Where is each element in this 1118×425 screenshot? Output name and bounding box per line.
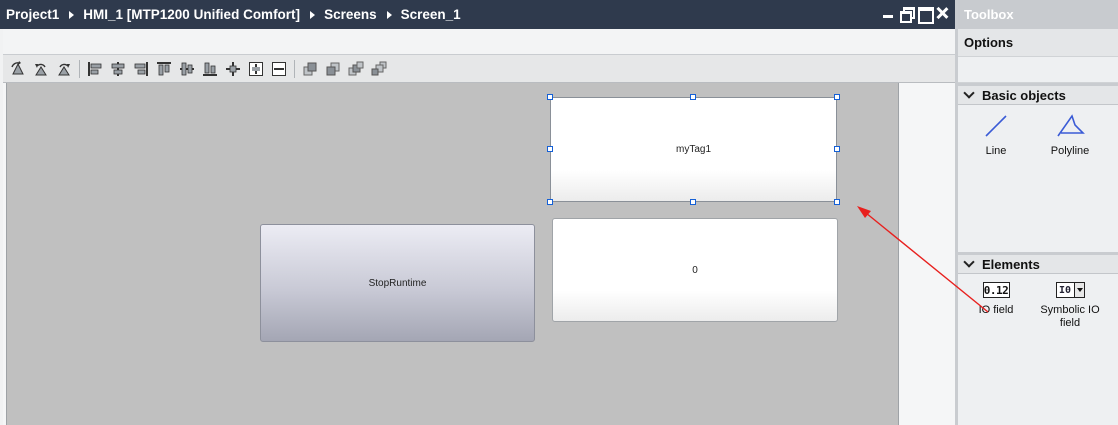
bring-to-front-icon[interactable] <box>300 59 320 79</box>
tool-symbolic-io-field-label: Symbolic IO field <box>1040 304 1100 329</box>
align-right-icon[interactable] <box>131 59 151 79</box>
align-top-icon[interactable] <box>154 59 174 79</box>
rotate-ccw-icon[interactable] <box>31 59 51 79</box>
tool-symbolic-io-field[interactable]: I0 Symbolic IO field <box>1034 282 1106 330</box>
same-width-icon[interactable] <box>246 59 266 79</box>
section-elements-label: Elements <box>982 256 1040 272</box>
editor-toolbar <box>3 55 955 83</box>
maximize-icon[interactable] <box>917 6 934 24</box>
basic-objects-body: Line Polyline <box>958 105 1118 252</box>
io-field-value[interactable]: 0 <box>552 218 838 322</box>
tool-polyline[interactable]: Polyline <box>1046 113 1094 158</box>
line-icon <box>985 115 1007 137</box>
section-elements[interactable]: Elements <box>958 252 1118 274</box>
breadcrumb-screen[interactable]: Screen_1 <box>401 7 461 22</box>
tool-line[interactable]: Line <box>978 113 1014 158</box>
float-icon[interactable] <box>899 6 915 23</box>
resize-handle-top-left[interactable] <box>547 94 553 100</box>
io-field-text: myTag1 <box>675 144 711 155</box>
center-icon[interactable] <box>223 59 243 79</box>
breadcrumb-device[interactable]: HMI_1 [MTP1200 Unified Comfort] <box>83 7 300 22</box>
rotate-left-icon[interactable] <box>8 59 28 79</box>
align-bottom-icon[interactable] <box>200 59 220 79</box>
same-height-icon[interactable] <box>269 59 289 79</box>
io-field-icon: 0.12 <box>982 282 1010 298</box>
chevron-down-icon[interactable] <box>962 257 976 271</box>
resize-handle-bottom-right[interactable] <box>834 199 840 205</box>
resize-handle-bottom-left[interactable] <box>547 199 553 205</box>
breadcrumb-separator-icon <box>69 10 75 19</box>
resize-handle-middle-left[interactable] <box>547 146 553 152</box>
window-controls <box>881 6 949 24</box>
dropdown-arrow-icon <box>1073 283 1084 297</box>
tool-line-label: Line <box>985 145 1007 157</box>
resize-handle-bottom-center[interactable] <box>690 199 696 205</box>
tool-polyline-label: Polyline <box>1050 145 1090 157</box>
breadcrumb-separator-icon <box>386 10 392 19</box>
breadcrumb-separator-icon <box>310 10 316 19</box>
close-icon[interactable] <box>935 6 949 20</box>
stop-runtime-label: StopRuntime <box>368 277 427 289</box>
toolbar-separator <box>294 59 295 78</box>
send-to-back-icon[interactable] <box>323 59 343 79</box>
symbolic-io-field-icon: I0 <box>1055 282 1085 298</box>
resize-handle-middle-right[interactable] <box>834 146 840 152</box>
chevron-down-icon[interactable] <box>962 88 976 102</box>
io-field-mytag1[interactable]: myTag1 <box>550 97 837 202</box>
io-field-value-text: 0 <box>692 264 698 276</box>
tool-io-field[interactable]: 0.12 IO field <box>972 282 1020 317</box>
toolbox-title: Toolbox <box>958 0 1118 29</box>
tool-io-field-label: IO field <box>978 304 1014 316</box>
toolbox-options[interactable]: Options <box>958 29 1118 57</box>
toolbox-panel: Toolbox Options Basic objects Line Polyl… <box>955 0 1118 425</box>
minimize-icon[interactable] <box>881 6 895 20</box>
align-middle-icon[interactable] <box>177 59 197 79</box>
breadcrumb-screens[interactable]: Screens <box>324 7 377 22</box>
section-basic-objects-label: Basic objects <box>982 87 1066 103</box>
breadcrumb-project[interactable]: Project1 <box>6 7 59 22</box>
editor-titlebar: Project1 HMI_1 [MTP1200 Unified Comfort]… <box>0 0 955 29</box>
align-left-icon[interactable] <box>85 59 105 79</box>
screen-editor: Project1 HMI_1 [MTP1200 Unified Comfort]… <box>0 0 955 425</box>
editor-menu-strip <box>3 29 955 55</box>
section-basic-objects[interactable]: Basic objects <box>958 83 1118 105</box>
resize-handle-top-center[interactable] <box>690 94 696 100</box>
rotate-cw-icon[interactable] <box>54 59 74 79</box>
align-center-icon[interactable] <box>108 59 128 79</box>
forward-icon[interactable] <box>346 59 366 79</box>
resize-handle-top-right[interactable] <box>834 94 840 100</box>
elements-body: 0.12 IO field I0 Symbolic IO field <box>958 274 1118 414</box>
polyline-icon <box>1057 114 1085 137</box>
backward-icon[interactable] <box>369 59 389 79</box>
toolbox-options-body <box>958 57 1118 83</box>
toolbar-separator <box>79 59 80 78</box>
symbolic-io-field-icon-text: I0 <box>1058 284 1072 296</box>
stop-runtime-button[interactable]: StopRuntime <box>260 224 535 342</box>
